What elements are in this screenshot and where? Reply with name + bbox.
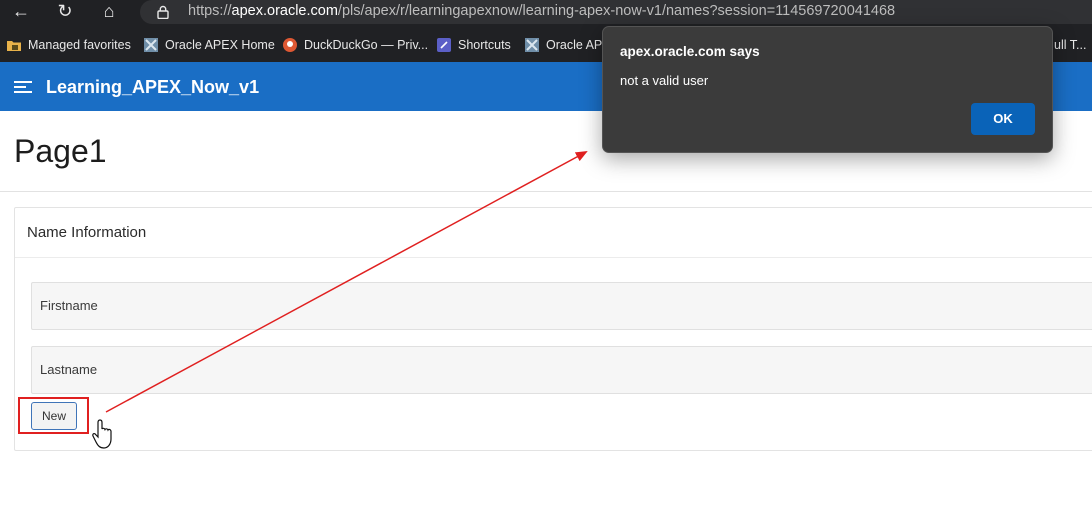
- dialog-title: apex.oracle.com says: [620, 44, 760, 59]
- hand-cursor-icon: [92, 419, 112, 449]
- dialog-message: not a valid user: [620, 73, 709, 88]
- ok-button[interactable]: OK: [971, 103, 1035, 135]
- annotation-arrow: [105, 151, 588, 413]
- alert-dialog: apex.oracle.com says not a valid user OK: [602, 26, 1053, 153]
